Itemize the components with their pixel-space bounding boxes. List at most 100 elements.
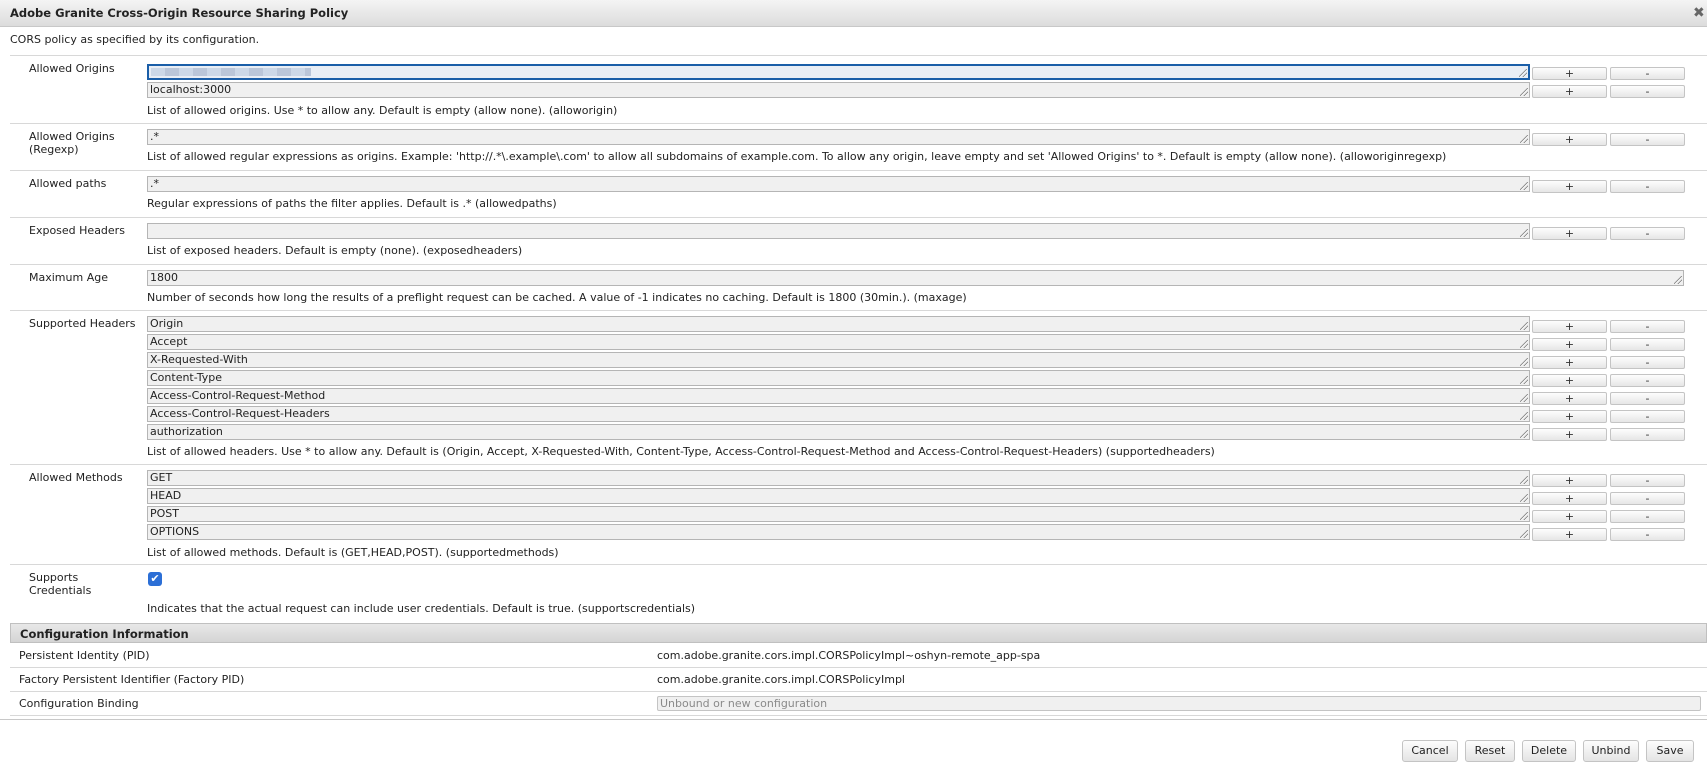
resize-grip-icon[interactable] bbox=[1520, 229, 1528, 237]
remove-value-button[interactable]: - bbox=[1610, 67, 1685, 80]
delete-button[interactable]: Delete bbox=[1522, 740, 1576, 762]
field-label: Allowed Origins (Regexp) bbox=[29, 130, 115, 156]
supported-header-input[interactable]: Access-Control-Request-Headers bbox=[147, 406, 1530, 422]
add-value-button[interactable]: + bbox=[1532, 227, 1607, 240]
remove-value-button[interactable]: - bbox=[1610, 374, 1685, 387]
supported-header-input[interactable]: authorization bbox=[147, 424, 1530, 440]
resize-grip-icon[interactable] bbox=[1520, 358, 1528, 366]
allowed-origin-input-1[interactable] bbox=[147, 64, 1530, 80]
config-row-factory-pid: Factory Persistent Identifier (Factory P… bbox=[10, 668, 1707, 692]
allowed-method-input[interactable]: POST bbox=[147, 506, 1530, 522]
add-value-button[interactable]: + bbox=[1532, 528, 1607, 541]
remove-value-button[interactable]: - bbox=[1610, 338, 1685, 351]
remove-value-button[interactable]: - bbox=[1610, 492, 1685, 505]
field-help-text: Number of seconds how long the results o… bbox=[147, 291, 967, 304]
remove-value-button[interactable]: - bbox=[1610, 392, 1685, 405]
remove-value-button[interactable]: - bbox=[1610, 428, 1685, 441]
supports-credentials-checkbox[interactable]: ✔ bbox=[148, 572, 162, 586]
add-value-button[interactable]: + bbox=[1532, 133, 1607, 146]
resize-grip-icon[interactable] bbox=[1520, 340, 1528, 348]
reset-button[interactable]: Reset bbox=[1465, 740, 1515, 762]
resize-grip-icon[interactable] bbox=[1674, 276, 1682, 284]
add-value-button[interactable]: + bbox=[1532, 338, 1607, 351]
allowed-method-input[interactable]: OPTIONS bbox=[147, 524, 1530, 540]
remove-value-button[interactable]: - bbox=[1610, 510, 1685, 523]
supported-header-input[interactable]: Content-Type bbox=[147, 370, 1530, 386]
field-label: Maximum Age bbox=[29, 271, 108, 284]
resize-grip-icon[interactable] bbox=[1520, 530, 1528, 538]
unbind-button[interactable]: Unbind bbox=[1583, 740, 1639, 762]
supported-header-input[interactable]: Accept bbox=[147, 334, 1530, 350]
add-value-button[interactable]: + bbox=[1532, 410, 1607, 423]
section-maximum-age: Maximum Age 1800 Number of seconds how l… bbox=[10, 264, 1707, 310]
supported-header-input[interactable]: Origin bbox=[147, 316, 1530, 332]
dialog-description: CORS policy as specified by its configur… bbox=[10, 33, 260, 46]
add-value-button[interactable]: + bbox=[1532, 180, 1607, 193]
resize-grip-icon[interactable] bbox=[1520, 512, 1528, 520]
add-value-button[interactable]: + bbox=[1532, 492, 1607, 505]
pid-value: com.adobe.granite.cors.impl.CORSPolicyIm… bbox=[657, 649, 1041, 662]
section-allowed-origins: Allowed Origins + - localhost:3000 + - L… bbox=[10, 55, 1707, 123]
factory-pid-value: com.adobe.granite.cors.impl.CORSPolicyIm… bbox=[657, 673, 905, 686]
config-row-pid: Persistent Identity (PID) com.adobe.gran… bbox=[10, 644, 1707, 668]
section-allowed-origins-regexp: Allowed Origins (Regexp) .* + - List of … bbox=[10, 123, 1707, 170]
allowed-method-input[interactable]: HEAD bbox=[147, 488, 1530, 504]
section-allowed-methods: Allowed Methods GET + - HEAD + - POST + … bbox=[10, 464, 1707, 564]
add-value-button[interactable]: + bbox=[1532, 374, 1607, 387]
resize-grip-icon[interactable] bbox=[1520, 322, 1528, 330]
section-exposed-headers: Exposed Headers + - List of exposed head… bbox=[10, 217, 1707, 264]
resize-grip-icon[interactable] bbox=[1520, 182, 1528, 190]
add-value-button[interactable]: + bbox=[1532, 320, 1607, 333]
resize-grip-icon[interactable] bbox=[1520, 88, 1528, 96]
resize-grip-icon[interactable] bbox=[1520, 412, 1528, 420]
add-value-button[interactable]: + bbox=[1532, 85, 1607, 98]
footer-divider bbox=[0, 719, 1707, 720]
add-value-button[interactable]: + bbox=[1532, 428, 1607, 441]
remove-value-button[interactable]: - bbox=[1610, 410, 1685, 423]
field-label: Allowed Methods bbox=[29, 471, 123, 484]
cancel-button[interactable]: Cancel bbox=[1402, 740, 1458, 762]
remove-value-button[interactable]: - bbox=[1610, 85, 1685, 98]
remove-value-button[interactable]: - bbox=[1610, 528, 1685, 541]
exposed-header-input[interactable] bbox=[147, 223, 1530, 239]
redacted-value bbox=[151, 68, 311, 76]
resize-grip-icon[interactable] bbox=[1519, 69, 1527, 77]
field-label: Allowed paths bbox=[29, 177, 107, 190]
resize-grip-icon[interactable] bbox=[1520, 376, 1528, 384]
remove-value-button[interactable]: - bbox=[1610, 356, 1685, 369]
configuration-binding-field[interactable]: Unbound or new configuration bbox=[657, 696, 1701, 711]
field-label: Allowed Origins bbox=[29, 62, 115, 75]
allowed-origin-input-2[interactable]: localhost:3000 bbox=[147, 82, 1530, 98]
config-info-title: Configuration Information bbox=[20, 627, 189, 641]
allowed-method-input[interactable]: GET bbox=[147, 470, 1530, 486]
allowed-origin-regexp-input[interactable]: .* bbox=[147, 129, 1530, 145]
close-icon[interactable]: ✖ bbox=[1693, 5, 1707, 21]
resize-grip-icon[interactable] bbox=[1520, 394, 1528, 402]
add-value-button[interactable]: + bbox=[1532, 392, 1607, 405]
resize-grip-icon[interactable] bbox=[1520, 430, 1528, 438]
remove-value-button[interactable]: - bbox=[1610, 227, 1685, 240]
resize-grip-icon[interactable] bbox=[1520, 476, 1528, 484]
remove-value-button[interactable]: - bbox=[1610, 320, 1685, 333]
resize-grip-icon[interactable] bbox=[1520, 494, 1528, 502]
maximum-age-input[interactable]: 1800 bbox=[147, 270, 1684, 286]
field-help-text: Regular expressions of paths the filter … bbox=[147, 197, 557, 210]
add-value-button[interactable]: + bbox=[1532, 510, 1607, 523]
resize-grip-icon[interactable] bbox=[1520, 135, 1528, 143]
supported-header-input[interactable]: X-Requested-With bbox=[147, 352, 1530, 368]
add-value-button[interactable]: + bbox=[1532, 474, 1607, 487]
field-help-text: List of allowed methods. Default is (GET… bbox=[147, 546, 559, 559]
dialog-titlebar: Adobe Granite Cross-Origin Resource Shar… bbox=[0, 0, 1707, 27]
binding-label: Configuration Binding bbox=[19, 697, 139, 710]
remove-value-button[interactable]: - bbox=[1610, 180, 1685, 193]
add-value-button[interactable]: + bbox=[1532, 356, 1607, 369]
field-help-text: List of allowed headers. Use * to allow … bbox=[147, 445, 1215, 458]
config-row-binding: Configuration Binding Unbound or new con… bbox=[10, 692, 1707, 716]
remove-value-button[interactable]: - bbox=[1610, 133, 1685, 146]
save-button[interactable]: Save bbox=[1646, 740, 1694, 762]
remove-value-button[interactable]: - bbox=[1610, 474, 1685, 487]
factory-pid-label: Factory Persistent Identifier (Factory P… bbox=[19, 673, 245, 686]
supported-header-input[interactable]: Access-Control-Request-Method bbox=[147, 388, 1530, 404]
allowed-path-input[interactable]: .* bbox=[147, 176, 1530, 192]
add-value-button[interactable]: + bbox=[1532, 67, 1607, 80]
